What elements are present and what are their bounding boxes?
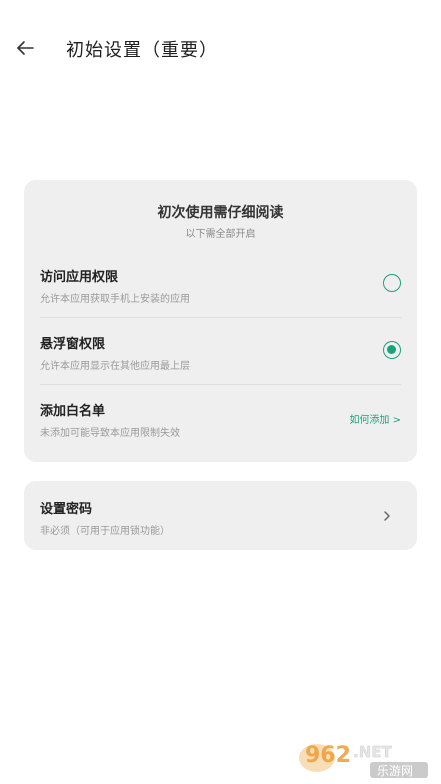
chevron-right-icon[interactable] (381, 509, 393, 523)
row-overlay-permission[interactable]: 悬浮窗权限 允许本应用显示在其他应用最上层 (40, 333, 401, 399)
row-title: 访问应用权限 (40, 270, 119, 285)
svg-text:.NET: .NET (353, 743, 392, 761)
row-title: 添加白名单 (40, 404, 106, 419)
overlay-radio[interactable] (383, 341, 401, 359)
row-title: 悬浮窗权限 (40, 337, 106, 352)
row-app-access-permission[interactable]: 访问应用权限 允许本应用获取手机上安装的应用 (40, 266, 401, 332)
row-set-password[interactable]: 设置密码 非必须（可用于应用锁功能） (40, 498, 401, 564)
card-subheading: 以下需全部开启 (185, 229, 256, 240)
page-title: 初始设置（重要） (66, 40, 218, 61)
app-access-radio[interactable] (383, 274, 401, 292)
divider (40, 384, 401, 385)
permissions-card: 初次使用需仔细阅读 以下需全部开启 访问应用权限 允许本应用获取手机上安装的应用… (24, 180, 417, 462)
set-password-card[interactable]: 设置密码 非必须（可用于应用锁功能） (24, 481, 417, 550)
how-to-add-link[interactable]: 如何添加 > (349, 411, 401, 426)
svg-text:乐游网: 乐游网 (377, 764, 413, 778)
svg-text:962: 962 (305, 743, 351, 768)
row-description: 允许本应用显示在其他应用最上层 (40, 361, 190, 372)
arrow-left-icon (17, 41, 34, 55)
watermark-logo: 962 .NET 乐游网 (295, 736, 435, 780)
row-title: 设置密码 (40, 502, 93, 517)
watermark-graphic: 962 .NET 乐游网 (299, 743, 428, 778)
row-description: 未添加可能导致本应用限制失效 (40, 428, 180, 439)
back-button[interactable] (10, 32, 42, 64)
row-description: 非必须（可用于应用锁功能） (40, 526, 170, 537)
row-whitelist[interactable]: 添加白名单 未添加可能导致本应用限制失效 如何添加 > (40, 400, 401, 466)
initial-settings-page: 初始设置（重要） 初次使用需仔细阅读 以下需全部开启 访问应用权限 允许本应用获… (0, 0, 441, 784)
row-description: 允许本应用获取手机上安装的应用 (40, 294, 190, 305)
divider (40, 317, 401, 318)
header-bar: 初始设置（重要） (0, 28, 441, 68)
card-heading: 初次使用需仔细阅读 (157, 205, 284, 221)
